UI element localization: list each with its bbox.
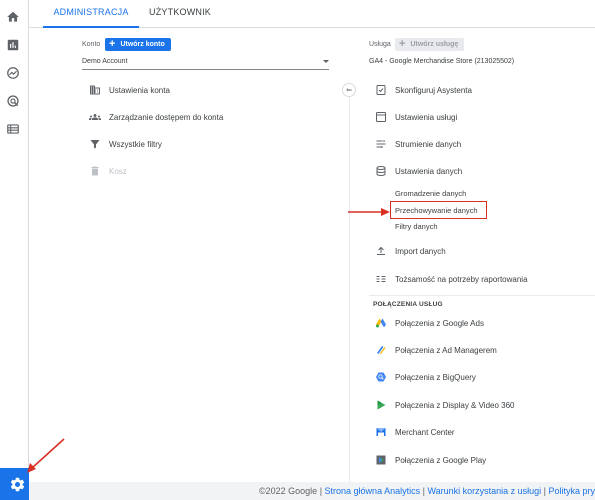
property-label: Usługa — [369, 41, 391, 48]
ad-manager-links-label: Połączenia z Ad Managerem — [395, 345, 497, 355]
chevron-left-icon: ⇐ — [346, 86, 352, 94]
account-select[interactable]: Demo Account — [82, 56, 329, 70]
chevron-down-icon — [323, 60, 329, 63]
filter-icon — [89, 138, 101, 150]
footer-link-terms[interactable]: Warunki korzystania z usługi — [427, 486, 541, 496]
home-icon[interactable] — [6, 10, 20, 24]
streams-icon — [375, 138, 387, 150]
tab-administration[interactable]: ADMINISTRACJA — [43, 0, 139, 28]
property-select-value: GA4 - Google Merchandise Store (21302550… — [369, 58, 515, 65]
dv360-links-item[interactable]: Połączenia z Display & Video 360 — [375, 395, 514, 415]
dv360-icon — [375, 399, 387, 411]
footer-link-privacy[interactable]: Polityka prywatności — [549, 486, 595, 496]
gear-icon — [10, 477, 24, 491]
database-icon — [375, 165, 387, 177]
setup-assistant-item[interactable]: Skonfiguruj Asystenta — [375, 80, 472, 100]
google-play-links-label: Połączenia z Google Play — [395, 455, 487, 465]
trash-item[interactable]: Kosz — [89, 161, 127, 181]
data-retention-highlight — [390, 201, 487, 219]
identity-icon — [375, 273, 387, 285]
upload-icon — [375, 245, 387, 257]
data-settings-item[interactable]: Ustawienia danych — [375, 161, 462, 181]
create-property-button[interactable]: + Utwórz usługę — [395, 38, 465, 51]
footer-separator: | — [317, 486, 325, 496]
data-import-label: Import danych — [395, 246, 446, 256]
explore-icon[interactable] — [6, 66, 20, 80]
top-tabs: ADMINISTRACJA UŻYTKOWNIK — [29, 0, 595, 28]
merchant-center-icon — [375, 426, 387, 438]
bigquery-icon — [375, 371, 387, 383]
account-access-item[interactable]: Zarządzanie dostępem do konta — [89, 107, 223, 127]
all-filters-label: Wszystkie filtry — [109, 139, 162, 149]
footer-copyright: ©2022 Google — [259, 486, 318, 496]
property-select[interactable]: GA4 - Google Merchandise Store (21302550… — [369, 56, 595, 70]
reports-icon[interactable] — [6, 38, 20, 52]
plus-icon: + — [399, 38, 406, 50]
setup-assistant-label: Skonfiguruj Asystenta — [395, 85, 472, 95]
data-streams-item[interactable]: Strumienie danych — [375, 134, 461, 154]
column-divider — [349, 84, 350, 482]
admin-main: Konto + Utwórz konto Demo Account Ustawi… — [29, 29, 595, 482]
property-settings-item[interactable]: Ustawienia usługi — [375, 107, 457, 127]
google-ads-icon — [375, 317, 387, 329]
create-account-button[interactable]: + Utwórz konto — [105, 38, 171, 51]
section-divider — [369, 295, 595, 296]
nav-rail — [0, 0, 34, 500]
merchant-center-label: Merchant Center — [395, 427, 455, 437]
account-access-label: Zarządzanie dostępem do konta — [109, 112, 224, 122]
plus-icon: + — [109, 38, 116, 50]
all-filters-item[interactable]: Wszystkie filtry — [89, 134, 162, 154]
footer-separator: | — [541, 486, 549, 496]
account-settings-item[interactable]: Ustawienia konta — [89, 80, 170, 100]
data-settings-label: Ustawienia danych — [395, 166, 463, 176]
footer-link-home[interactable]: Strona główna Analytics — [325, 486, 421, 496]
google-ads-links-item[interactable]: Połączenia z Google Ads — [375, 313, 484, 333]
trash-icon — [89, 165, 101, 177]
account-label: Konto — [82, 41, 101, 48]
trash-label: Kosz — [109, 166, 127, 176]
data-collection-link[interactable]: Gromadzenie danych — [395, 187, 466, 201]
advertising-icon[interactable] — [6, 94, 20, 108]
create-account-label: Utwórz konto — [120, 41, 165, 48]
people-icon — [89, 111, 101, 123]
google-play-icon — [375, 454, 387, 466]
footer: ©2022 Google | Strona główna Analytics |… — [29, 482, 595, 500]
account-select-value: Demo Account — [82, 58, 128, 65]
building-icon — [89, 84, 101, 96]
data-filters-link[interactable]: Filtry danych — [395, 220, 438, 234]
configure-icon[interactable] — [6, 122, 20, 136]
dv360-links-label: Połączenia z Display & Video 360 — [395, 400, 515, 410]
tab-user[interactable]: UŻYTKOWNIK — [149, 0, 211, 28]
product-links-title: POŁĄCZENIA USŁUG — [373, 301, 443, 308]
data-import-item[interactable]: Import danych — [375, 241, 446, 261]
checklist-icon — [375, 84, 387, 96]
create-property-label: Utwórz usługę — [410, 41, 459, 48]
data-streams-label: Strumienie danych — [395, 139, 462, 149]
property-settings-label: Ustawienia usługi — [395, 112, 458, 122]
ad-manager-links-item[interactable]: Połączenia z Ad Managerem — [375, 340, 497, 360]
ad-manager-icon — [375, 344, 387, 356]
bigquery-links-item[interactable]: Połączenia z BigQuery — [375, 367, 476, 387]
google-ads-links-label: Połączenia z Google Ads — [395, 318, 484, 328]
reporting-identity-label: Tożsamość na potrzeby raportowania — [395, 274, 528, 284]
window-icon — [375, 111, 387, 123]
collapse-button[interactable]: ⇐ — [342, 83, 356, 97]
bigquery-links-label: Połączenia z BigQuery — [395, 372, 476, 382]
account-settings-label: Ustawienia konta — [109, 85, 170, 95]
reporting-identity-item[interactable]: Tożsamość na potrzeby raportowania — [375, 269, 528, 289]
merchant-center-item[interactable]: Merchant Center — [375, 422, 455, 442]
google-play-links-item[interactable]: Połączenia z Google Play — [375, 450, 486, 470]
